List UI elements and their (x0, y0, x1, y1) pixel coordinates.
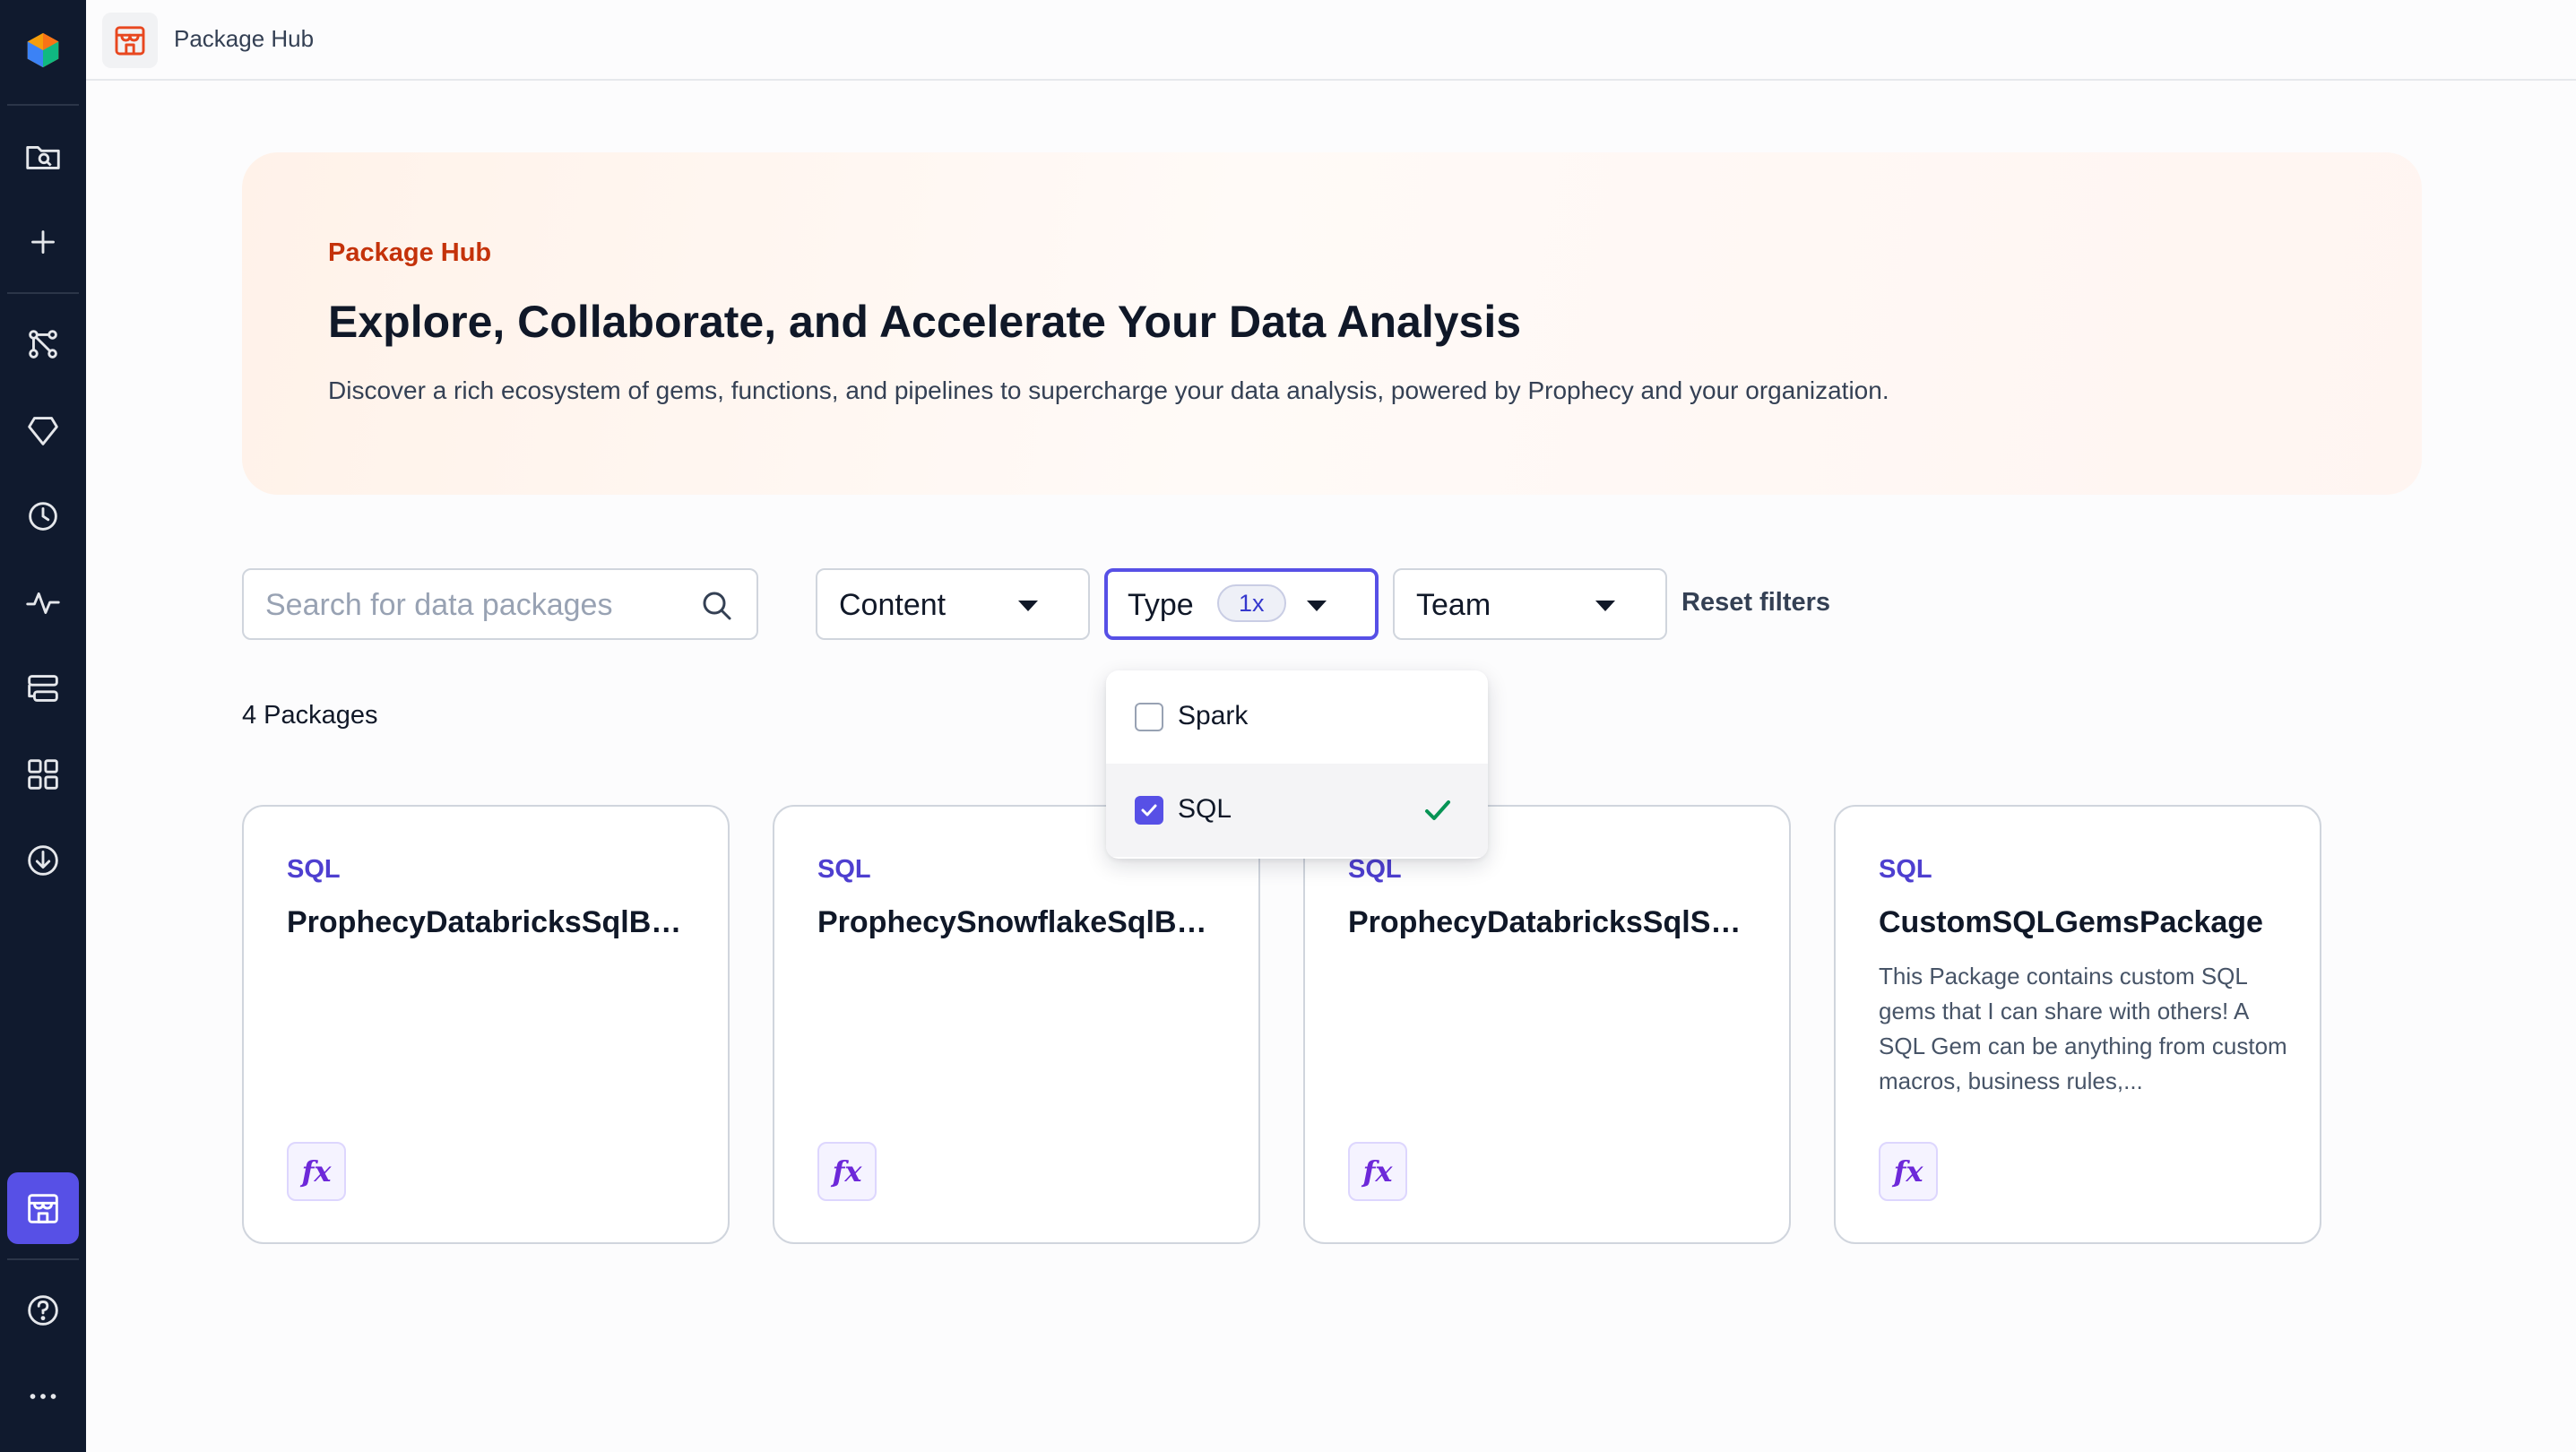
package-type-tag: SQL (1879, 855, 1932, 884)
apps-icon[interactable] (7, 739, 79, 810)
type-option-spark[interactable]: Spark (1106, 670, 1488, 764)
reset-filters-button[interactable]: Reset filters (1681, 588, 1830, 618)
function-icon: fx (817, 1142, 877, 1201)
function-icon: fx (1348, 1142, 1407, 1201)
search-box[interactable] (242, 568, 758, 640)
deployments-icon[interactable] (7, 653, 79, 724)
package-card[interactable]: SQL CustomSQLGemsPackage This Package co… (1834, 805, 2321, 1244)
chevron-down-icon (1018, 601, 1038, 611)
sidebar (0, 0, 86, 1452)
package-name: ProphecyDatabricksSqlBa... (287, 905, 690, 939)
package-name: CustomSQLGemsPackage (1879, 905, 2263, 939)
more-icon[interactable] (7, 1361, 79, 1432)
help-icon[interactable] (7, 1275, 79, 1346)
type-filter-dropdown[interactable]: Type 1x (1104, 568, 1379, 640)
function-icon: fx (287, 1142, 346, 1201)
content-filter-label: Content (839, 588, 947, 622)
checkmark-icon (1141, 804, 1157, 817)
checkbox-unchecked[interactable] (1135, 703, 1163, 731)
search-icon[interactable] (699, 588, 735, 624)
package-type-tag: SQL (1348, 855, 1402, 884)
package-name: ProphecyDatabricksSqlSp... (1348, 905, 1751, 939)
topbar: Package Hub (86, 0, 2576, 81)
package-card[interactable]: SQL ProphecyDatabricksSqlSp... fx (1303, 805, 1791, 1244)
logo-icon[interactable] (7, 14, 79, 86)
selected-check-icon (1425, 800, 1450, 820)
hero-headline: Explore, Collaborate, and Accelerate You… (328, 297, 1522, 347)
chevron-down-icon (1307, 601, 1327, 611)
team-filter-dropdown[interactable]: Team (1393, 568, 1667, 640)
package-type-tag: SQL (817, 855, 871, 884)
package-description: This Package contains custom SQL gems th… (1879, 963, 2287, 1094)
package-hub-icon[interactable] (7, 1172, 79, 1244)
hero-eyebrow: Package Hub (328, 238, 492, 267)
hero-banner: Package Hub Explore, Collaborate, and Ac… (242, 152, 2422, 495)
browse-projects-icon[interactable] (7, 120, 79, 192)
create-icon[interactable] (7, 206, 79, 278)
content-filter-dropdown[interactable]: Content (816, 568, 1090, 640)
gems-icon[interactable] (7, 394, 79, 466)
package-card[interactable]: SQL ProphecySnowflakeSqlBas... fx (773, 805, 1260, 1244)
package-type-tag: SQL (287, 855, 341, 884)
download-icon[interactable] (7, 825, 79, 896)
function-icon: fx (1879, 1142, 1938, 1201)
package-name: ProphecySnowflakeSqlBas... (817, 905, 1221, 939)
topbar-title: Package Hub (174, 25, 315, 52)
sidebar-divider (7, 1258, 79, 1260)
search-input[interactable] (265, 586, 678, 624)
team-filter-label: Team (1416, 588, 1491, 622)
chevron-down-icon (1595, 601, 1615, 611)
checkbox-checked[interactable] (1135, 796, 1163, 825)
package-card[interactable]: SQL ProphecyDatabricksSqlBa... fx (242, 805, 730, 1244)
package-count: 4 Packages (242, 701, 378, 730)
monitoring-icon[interactable] (7, 566, 79, 638)
sidebar-divider (7, 104, 79, 106)
type-option-label: Spark (1178, 701, 1249, 730)
sidebar-divider (7, 292, 79, 294)
history-icon[interactable] (7, 480, 79, 552)
package-hub-app-icon (102, 13, 158, 68)
type-option-label: SQL (1178, 794, 1232, 824)
hero-subtitle: Discover a rich ecosystem of gems, funct… (328, 376, 1889, 404)
type-filter-menu: Spark SQL (1106, 670, 1488, 859)
type-filter-count-badge: 1x (1217, 584, 1286, 622)
type-option-sql[interactable]: SQL (1106, 764, 1488, 857)
pipelines-icon[interactable] (7, 308, 79, 380)
type-filter-label: Type (1128, 588, 1194, 622)
